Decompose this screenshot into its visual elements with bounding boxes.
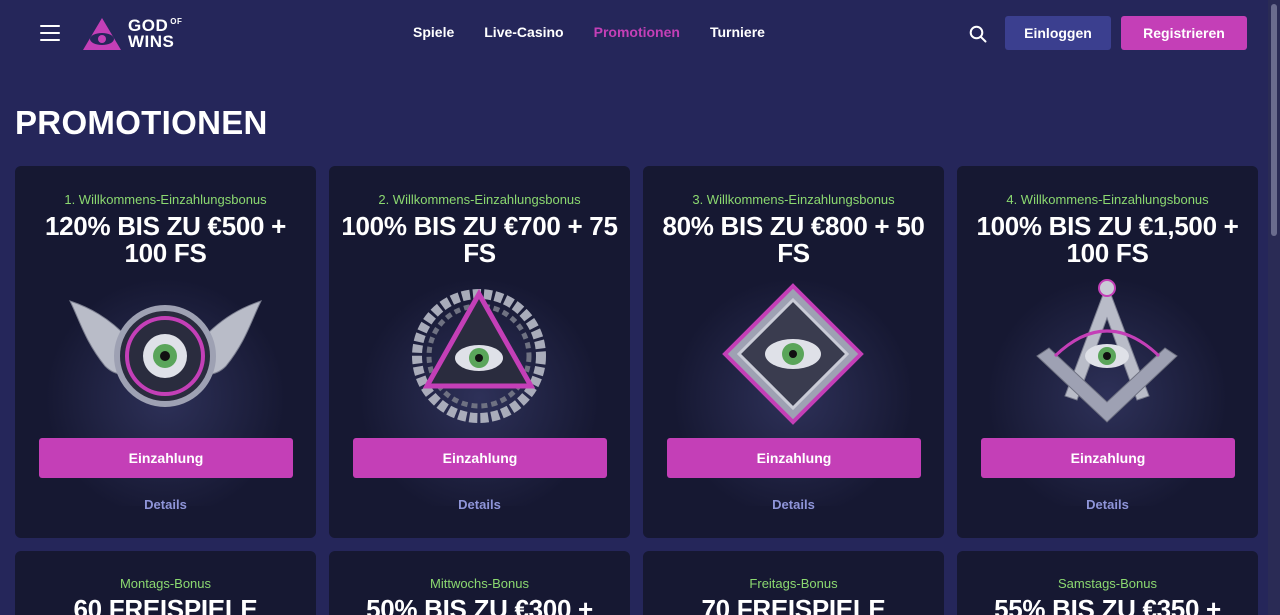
compass-square-eye-emblem-icon xyxy=(1036,279,1178,423)
deposit-button[interactable]: Einzahlung xyxy=(39,438,293,478)
promo-label: Mittwochs-Bonus xyxy=(430,576,529,591)
promo-label: Samstags-Bonus xyxy=(1058,576,1157,591)
header: GOD OF WINS Spiele Live-Casino Promotion… xyxy=(0,0,1268,68)
menu-icon[interactable] xyxy=(40,25,60,41)
page: GOD OF WINS Spiele Live-Casino Promotion… xyxy=(0,0,1280,615)
register-button[interactable]: Registrieren xyxy=(1121,16,1247,50)
search-icon[interactable] xyxy=(969,25,987,43)
logo-sup: OF xyxy=(170,17,183,26)
details-link[interactable]: Details xyxy=(643,497,944,512)
details-link[interactable]: Details xyxy=(15,497,316,512)
eye-triangle-logo-icon xyxy=(83,18,121,50)
nav-live-casino[interactable]: Live-Casino xyxy=(484,24,563,40)
nav-promotionen[interactable]: Promotionen xyxy=(594,24,680,40)
promo-offer: 120% BIS ZU €500 + 100 FS xyxy=(44,211,287,268)
details-link[interactable]: Details xyxy=(329,497,630,512)
promo-offer: 50% BIS ZU €300 + xyxy=(366,594,593,615)
promo-label: 1. Willkommens-Einzahlungsbonus xyxy=(64,192,267,207)
deposit-button[interactable]: Einzahlung xyxy=(667,438,921,478)
serpent-triangle-eye-emblem-icon xyxy=(412,288,546,423)
promo-offer: 100% BIS ZU €1,500 + 100 FS xyxy=(976,211,1239,268)
promo-offer: 80% BIS ZU €800 + 50 FS xyxy=(662,211,925,268)
promo-offer: 60 FREISPIELE xyxy=(73,594,258,615)
main-nav: Spiele Live-Casino Promotionen Turniere xyxy=(413,24,765,40)
nav-turniere[interactable]: Turniere xyxy=(710,24,765,40)
nav-spiele[interactable]: Spiele xyxy=(413,24,454,40)
winged-eye-emblem-icon xyxy=(69,300,262,407)
promo-offer: 100% BIS ZU €700 + 75 FS xyxy=(341,211,618,268)
login-button[interactable]: Einloggen xyxy=(1005,16,1111,50)
page-title: PROMOTIONEN xyxy=(15,104,268,141)
promo-label: Freitags-Bonus xyxy=(749,576,838,591)
deposit-button[interactable]: Einzahlung xyxy=(353,438,607,478)
weekly-promo-card: Freitags-Bonus 70 FREISPIELE xyxy=(643,551,944,615)
weekly-promo-card: Samstags-Bonus 55% BIS ZU €350 + xyxy=(957,551,1258,615)
weekly-promo-card: Montags-Bonus 60 FREISPIELE xyxy=(15,551,316,615)
logo-line2: WINS xyxy=(128,32,175,51)
diamond-eye-emblem-icon xyxy=(722,283,864,425)
promo-card: 1. Willkommens-Einzahlungsbonus 120% BIS… xyxy=(15,166,316,538)
promo-card: 3. Willkommens-Einzahlungsbonus 80% BIS … xyxy=(643,166,944,538)
logo[interactable]: GOD OF WINS xyxy=(82,16,182,52)
promo-offer: 70 FREISPIELE xyxy=(701,594,886,615)
promo-label: 2. Willkommens-Einzahlungsbonus xyxy=(378,192,581,207)
details-link[interactable]: Details xyxy=(957,497,1258,512)
promo-label: 3. Willkommens-Einzahlungsbonus xyxy=(692,192,895,207)
scrollbar-thumb[interactable] xyxy=(1271,4,1277,236)
promo-label: Montags-Bonus xyxy=(119,576,212,591)
logo-text: GOD OF WINS xyxy=(128,17,183,51)
scrollbar[interactable] xyxy=(1268,0,1280,615)
promo-offer: 55% BIS ZU €350 + xyxy=(994,594,1221,615)
deposit-button[interactable]: Einzahlung xyxy=(981,438,1235,478)
promo-label: 4. Willkommens-Einzahlungsbonus xyxy=(1006,192,1209,207)
promo-card: 4. Willkommens-Einzahlungsbonus 100% BIS… xyxy=(957,166,1258,538)
promo-card: 2. Willkommens-Einzahlungsbonus 100% BIS… xyxy=(329,166,630,538)
weekly-promo-card: Mittwochs-Bonus 50% BIS ZU €300 + xyxy=(329,551,630,615)
